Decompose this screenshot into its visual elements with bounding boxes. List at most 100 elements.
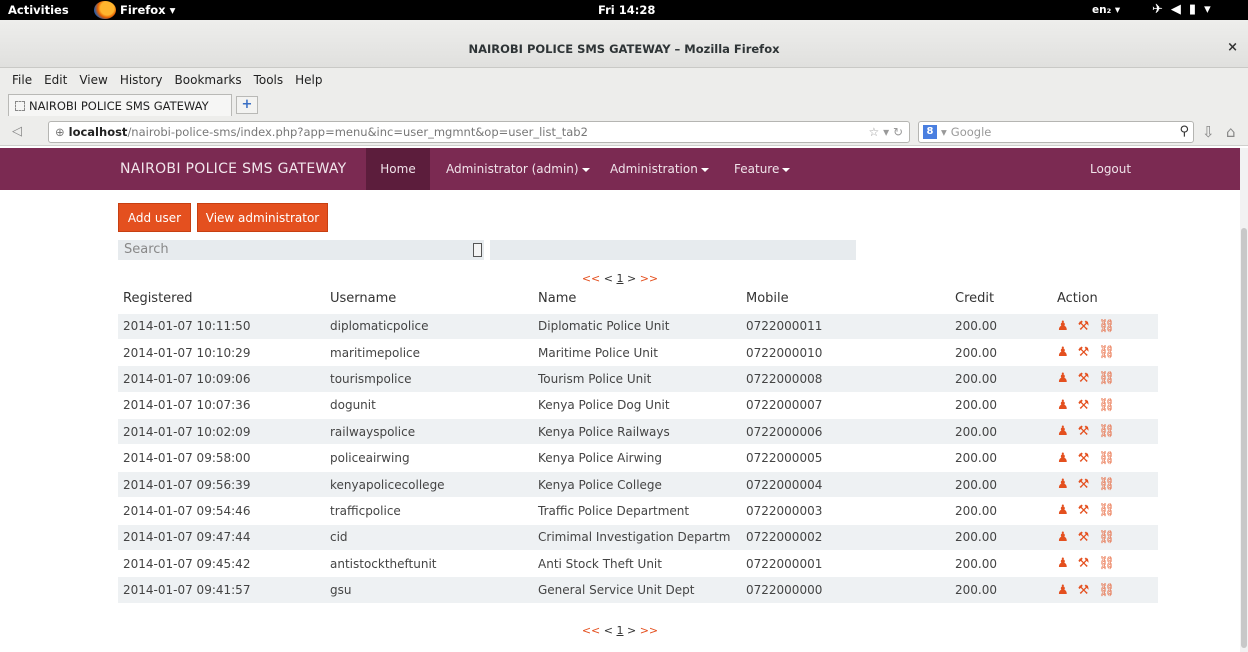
pager-first[interactable]: <<	[582, 624, 600, 637]
caret-down-icon	[700, 167, 709, 172]
keyboard-layout-indicator[interactable]: en₂ ▾	[1092, 4, 1120, 16]
pager-last[interactable]: >>	[640, 272, 658, 285]
trash-icon[interactable]: ⛓	[1098, 451, 1115, 466]
menu-tools[interactable]: Tools	[254, 73, 284, 87]
username-cell: cid	[325, 523, 533, 551]
username-cell: antistocktheftunit	[325, 550, 533, 577]
mobile-cell: 0722000008	[741, 365, 950, 393]
wrench-icon[interactable]: ⚒	[1078, 583, 1090, 598]
trash-icon[interactable]: ⛓	[1098, 345, 1115, 360]
user-icon[interactable]: ♟	[1057, 503, 1069, 518]
back-button[interactable]: ◁	[12, 124, 22, 139]
wrench-icon[interactable]: ⚒	[1078, 319, 1090, 334]
app-menu[interactable]: Firefox ▾	[94, 1, 175, 19]
user-icon[interactable]: ♟	[1057, 451, 1069, 466]
search-field-select[interactable]: Search	[118, 240, 484, 260]
pager-current[interactable]: 1	[617, 624, 624, 637]
wrench-icon[interactable]: ⚒	[1078, 556, 1090, 571]
credit-cell: 200.00	[950, 312, 1052, 340]
menu-bookmarks[interactable]: Bookmarks	[175, 73, 242, 87]
menu-edit[interactable]: Edit	[44, 73, 67, 87]
wrench-icon[interactable]: ⚒	[1078, 424, 1090, 439]
trash-icon[interactable]: ⛓	[1098, 530, 1115, 545]
view-administrator-button[interactable]: View administrator	[197, 203, 328, 232]
name-cell: Kenya Police Airwing	[533, 444, 741, 472]
nav-logout[interactable]: Logout	[1090, 162, 1131, 176]
table-row: 2014-01-07 10:09:06 tourismpolice Tourism …	[118, 365, 1158, 393]
trash-icon[interactable]: ⛓	[1098, 583, 1115, 598]
user-icon[interactable]: ♟	[1057, 345, 1069, 360]
pager-current[interactable]: 1	[617, 272, 624, 285]
nav-administrator-label: Administrator (admin)	[446, 162, 579, 176]
username-cell: railwayspolice	[325, 418, 533, 445]
wrench-icon[interactable]: ⚒	[1078, 398, 1090, 413]
name-cell: Anti Stock Theft Unit	[533, 550, 741, 577]
tab-active[interactable]: NAIROBI POLICE SMS GATEWAY	[8, 94, 232, 116]
credit-cell: 200.00	[950, 365, 1052, 393]
pager-prev[interactable]: <	[604, 272, 613, 285]
wrench-icon[interactable]: ⚒	[1078, 503, 1090, 518]
clock[interactable]: Fri 14:28	[598, 3, 655, 17]
search-icon[interactable]: ⚲	[1179, 124, 1189, 139]
nav-administration[interactable]: Administration	[610, 162, 709, 176]
col-username: Username	[330, 291, 397, 307]
page-scrollbar[interactable]	[1240, 148, 1248, 652]
url-bar[interactable]: ⊕ localhost/nairobi-police-sms/index.php…	[48, 121, 910, 143]
menu-help[interactable]: Help	[295, 73, 322, 87]
nav-administrator[interactable]: Administrator (admin)	[446, 162, 590, 176]
wrench-icon[interactable]: ⚒	[1078, 477, 1090, 492]
search-input[interactable]	[490, 240, 856, 260]
registered-cell: 2014-01-07 10:07:36	[118, 391, 325, 419]
user-icon[interactable]: ♟	[1057, 556, 1069, 571]
user-icon[interactable]: ♟	[1057, 319, 1069, 334]
site-brand[interactable]: NAIROBI POLICE SMS GATEWAY	[120, 161, 347, 177]
user-icon[interactable]: ♟	[1057, 424, 1069, 439]
pager-next[interactable]: >	[627, 624, 636, 637]
add-user-button[interactable]: Add user	[118, 203, 191, 232]
menu-file[interactable]: File	[12, 73, 32, 87]
mobile-cell: 0722000010	[741, 338, 950, 366]
users-table: Registered Username Name Mobile Credit A…	[118, 285, 1158, 604]
trash-icon[interactable]: ⛓	[1098, 319, 1115, 334]
trash-icon[interactable]: ⛓	[1098, 398, 1115, 413]
scrollbar-thumb[interactable]	[1241, 228, 1247, 648]
search-engine-label: Google	[950, 125, 992, 139]
trash-icon[interactable]: ⛓	[1098, 477, 1115, 492]
trash-icon[interactable]: ⛓	[1098, 424, 1115, 439]
wrench-icon[interactable]: ⚒	[1078, 530, 1090, 545]
user-icon[interactable]: ♟	[1057, 583, 1069, 598]
nav-home[interactable]: Home	[366, 148, 430, 190]
wrench-icon[interactable]: ⚒	[1078, 371, 1090, 386]
user-icon[interactable]: ♟	[1057, 530, 1069, 545]
tab-title: NAIROBI POLICE SMS GATEWAY	[29, 98, 209, 113]
home-icon[interactable]: ⌂	[1226, 123, 1236, 141]
user-icon[interactable]: ♟	[1057, 398, 1069, 413]
activities-button[interactable]: Activities	[8, 3, 69, 17]
mobile-cell: 0722000006	[741, 418, 950, 445]
download-icon[interactable]: ⇩	[1202, 123, 1215, 141]
new-tab-button[interactable]: +	[236, 96, 258, 114]
user-icon[interactable]: ♟	[1057, 371, 1069, 386]
close-window-button[interactable]: ×	[1227, 40, 1238, 55]
menu-history[interactable]: History	[120, 73, 163, 87]
trash-icon[interactable]: ⛓	[1098, 556, 1115, 571]
wrench-icon[interactable]: ⚒	[1078, 451, 1090, 466]
wrench-icon[interactable]: ⚒	[1078, 345, 1090, 360]
table-row: 2014-01-07 10:10:29 maritimepolice Maritim…	[118, 338, 1158, 366]
table-row: 2014-01-07 09:47:44 cid Crimimal Investiga…	[118, 523, 1158, 551]
trash-icon[interactable]: ⛓	[1098, 371, 1115, 386]
pager-prev[interactable]: <	[604, 624, 613, 637]
system-tray[interactable]: ✈ ◀ ▮ ▾	[1152, 2, 1211, 17]
action-cell: ♟ ⚒ ⛓	[1052, 576, 1158, 604]
trash-icon[interactable]: ⛓	[1098, 503, 1115, 518]
pager-first[interactable]: <<	[582, 272, 600, 285]
name-cell: Tourism Police Unit	[533, 365, 741, 393]
menu-view[interactable]: View	[79, 73, 107, 87]
nav-feature[interactable]: Feature	[734, 162, 791, 176]
pager-next[interactable]: >	[627, 272, 636, 285]
dropdown-arrow-icon[interactable]	[473, 243, 482, 257]
bookmark-star-icon[interactable]: ☆ ▾ ↻	[869, 125, 903, 139]
user-icon[interactable]: ♟	[1057, 477, 1069, 492]
pager-last[interactable]: >>	[640, 624, 658, 637]
search-bar[interactable]: 8 ▾ Google ⚲	[918, 121, 1194, 143]
